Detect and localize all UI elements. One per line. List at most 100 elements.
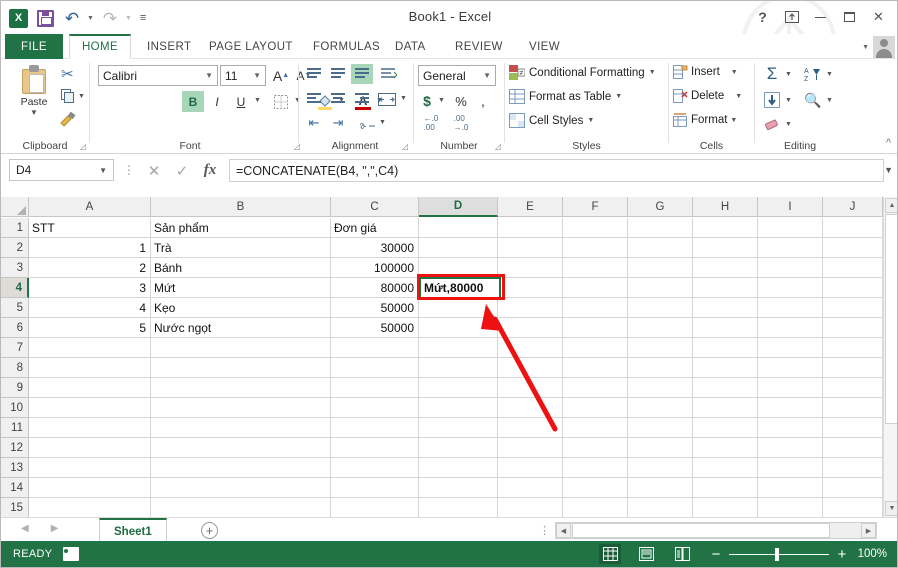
grid-cell[interactable] bbox=[563, 218, 628, 238]
row-header-7[interactable]: 7 bbox=[1, 338, 29, 358]
row-header-8[interactable]: 8 bbox=[1, 358, 29, 378]
grid-cell[interactable] bbox=[823, 318, 883, 338]
grid-cell[interactable] bbox=[419, 318, 498, 338]
grid-cell[interactable] bbox=[758, 258, 823, 278]
column-header-a[interactable]: A bbox=[29, 197, 151, 217]
grid-cell[interactable] bbox=[693, 358, 758, 378]
delete-cells-button[interactable]: Delete ▼ bbox=[673, 89, 742, 103]
grid-cell[interactable] bbox=[693, 258, 758, 278]
delete-dropdown-icon[interactable]: ▼ bbox=[735, 93, 742, 100]
grid-cell[interactable] bbox=[563, 498, 628, 518]
underline-button[interactable]: U bbox=[230, 91, 252, 112]
grid-cell[interactable] bbox=[331, 438, 419, 458]
grid-cell[interactable] bbox=[419, 438, 498, 458]
grid-cell[interactable] bbox=[823, 358, 883, 378]
grid-cell[interactable] bbox=[498, 298, 563, 318]
row-header-14[interactable]: 14 bbox=[1, 478, 29, 498]
grid-cell[interactable] bbox=[628, 438, 693, 458]
cell-styles-button[interactable]: Cell Styles ▼ bbox=[509, 113, 594, 128]
grid-cell[interactable] bbox=[151, 358, 331, 378]
grid-cell[interactable] bbox=[331, 358, 419, 378]
sort-filter-dropdown-icon[interactable]: ▼ bbox=[826, 71, 833, 78]
font-family-select[interactable]: Calibri ▼ bbox=[98, 65, 218, 86]
add-sheet-icon[interactable]: + bbox=[201, 522, 218, 539]
cell-d4[interactable]: Mứt,80000 bbox=[419, 277, 501, 299]
grid-cell[interactable] bbox=[628, 258, 693, 278]
grid-cell[interactable] bbox=[498, 218, 563, 238]
horizontal-scrollbar[interactable]: ◀ ▶ bbox=[555, 522, 877, 539]
grid-cell[interactable] bbox=[419, 418, 498, 438]
grid-cell[interactable] bbox=[628, 338, 693, 358]
tab-formulas[interactable]: FORMULAS bbox=[303, 34, 390, 59]
grid-cell[interactable] bbox=[823, 338, 883, 358]
increase-indent-icon[interactable]: ⇥ bbox=[327, 113, 349, 133]
currency-dropdown-icon[interactable]: ▼ bbox=[438, 97, 445, 104]
grid-cell[interactable] bbox=[563, 358, 628, 378]
cell-b3[interactable]: Bánh bbox=[151, 258, 331, 278]
grid-cell[interactable] bbox=[563, 438, 628, 458]
grid-cell[interactable] bbox=[758, 218, 823, 238]
formula-bar-handle[interactable]: ⋮ bbox=[123, 163, 136, 177]
grid-cell[interactable] bbox=[823, 438, 883, 458]
grid-cell[interactable] bbox=[331, 338, 419, 358]
grid-cell[interactable] bbox=[823, 278, 883, 298]
grid-cell[interactable] bbox=[498, 318, 563, 338]
page-break-view-icon[interactable] bbox=[671, 544, 693, 564]
copy-icon[interactable] bbox=[61, 89, 75, 106]
grid-cell[interactable] bbox=[29, 438, 151, 458]
clear-icon[interactable] bbox=[761, 115, 783, 135]
align-left-icon[interactable] bbox=[303, 89, 325, 109]
cell-c2[interactable]: 30000 bbox=[331, 238, 419, 258]
grid-cell[interactable] bbox=[563, 258, 628, 278]
tab-review[interactable]: REVIEW bbox=[445, 34, 513, 59]
grid-cell[interactable] bbox=[628, 418, 693, 438]
cell-c1[interactable]: Đơn giá bbox=[331, 218, 419, 238]
column-header-i[interactable]: I bbox=[758, 197, 823, 217]
grid-cell[interactable] bbox=[758, 278, 823, 298]
scroll-left-icon[interactable]: ◀ bbox=[556, 523, 571, 538]
grid-cell[interactable] bbox=[331, 478, 419, 498]
previous-sheet-icon[interactable]: ◀ bbox=[21, 523, 29, 534]
grid-cell[interactable] bbox=[823, 418, 883, 438]
grid-cell[interactable] bbox=[498, 458, 563, 478]
scroll-up-icon[interactable]: ▲ bbox=[885, 198, 898, 213]
grid-cell[interactable] bbox=[758, 378, 823, 398]
column-header-f[interactable]: F bbox=[563, 197, 628, 217]
cell-b6[interactable]: Nước ngọt bbox=[151, 318, 331, 338]
align-bottom-icon[interactable] bbox=[351, 64, 373, 84]
borders-icon[interactable] bbox=[270, 91, 292, 112]
grid-cell[interactable] bbox=[151, 478, 331, 498]
grid-cell[interactable] bbox=[758, 318, 823, 338]
tab-file[interactable]: FILE bbox=[5, 34, 63, 59]
zoom-slider[interactable] bbox=[729, 554, 829, 555]
cell-b4[interactable]: Mứt bbox=[151, 278, 331, 298]
grid-cell[interactable] bbox=[419, 338, 498, 358]
conditional-formatting-button[interactable]: ≠ Conditional Formatting ▼ bbox=[509, 65, 656, 80]
grid-cell[interactable] bbox=[498, 238, 563, 258]
zoom-slider-thumb[interactable] bbox=[775, 548, 779, 561]
grid-cell[interactable] bbox=[151, 498, 331, 518]
grid-cell[interactable] bbox=[693, 478, 758, 498]
cell-a4[interactable]: 3 bbox=[29, 278, 151, 298]
font-size-select[interactable]: 11 ▼ bbox=[220, 65, 266, 86]
maximize-icon[interactable] bbox=[835, 6, 864, 28]
grid-cell[interactable] bbox=[331, 458, 419, 478]
format-painter-icon[interactable] bbox=[59, 111, 77, 131]
column-header-g[interactable]: G bbox=[628, 197, 693, 217]
insert-function-icon[interactable]: fx bbox=[197, 160, 223, 181]
grid-cell[interactable] bbox=[823, 398, 883, 418]
grid-cell[interactable] bbox=[758, 498, 823, 518]
cell-b2[interactable]: Trà bbox=[151, 238, 331, 258]
number-dialog-launcher-icon[interactable]: ◿ bbox=[495, 142, 501, 151]
grid-cell[interactable] bbox=[29, 338, 151, 358]
align-right-icon[interactable] bbox=[351, 89, 373, 109]
grid-cell[interactable] bbox=[823, 498, 883, 518]
alignment-dialog-launcher-icon[interactable]: ◿ bbox=[402, 142, 408, 151]
grid-cell[interactable] bbox=[823, 478, 883, 498]
name-box[interactable]: D4 ▼ bbox=[9, 159, 114, 181]
cell-a3[interactable]: 2 bbox=[29, 258, 151, 278]
copy-dropdown-icon[interactable]: ▼ bbox=[78, 93, 85, 100]
grid-cell[interactable] bbox=[331, 498, 419, 518]
vertical-scroll-thumb[interactable] bbox=[885, 214, 898, 424]
align-middle-icon[interactable] bbox=[327, 64, 349, 84]
